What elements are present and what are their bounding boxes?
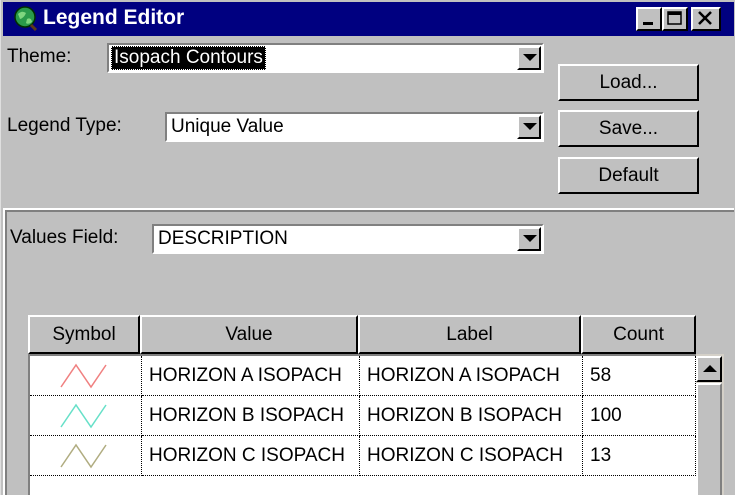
legend-table: HORIZON A ISOPACH HORIZON A ISOPACH 58 H… [28,354,696,495]
minimize-icon [643,22,653,25]
column-header-symbol[interactable]: Symbol [28,315,140,354]
table-row[interactable]: HORIZON B ISOPACH HORIZON B ISOPACH 100 [30,396,696,436]
value-cell[interactable]: HORIZON B ISOPACH [142,396,360,436]
count-cell: 100 [583,396,696,436]
symbol-cell[interactable] [30,396,142,436]
line-symbol-icon [60,443,107,469]
title-bar[interactable]: Legend Editor [3,2,734,36]
save-button[interactable]: Save... [558,110,699,147]
vertical-scrollbar[interactable] [696,354,724,495]
default-button[interactable]: Default [558,157,699,194]
line-symbol-icon [60,363,107,389]
legend-type-label: Legend Type: [7,115,122,136]
line-symbol-icon [60,403,107,429]
column-header-count[interactable]: Count [581,315,696,354]
theme-label: Theme: [7,46,72,67]
legend-type-dropdown-button[interactable] [517,115,541,139]
symbol-cell[interactable] [30,436,142,476]
values-field-dropdown-button[interactable] [517,227,541,251]
legend-type-dropdown[interactable]: Unique Value [165,112,544,142]
window-title: Legend Editor [43,6,185,29]
chevron-down-icon [523,123,537,130]
globe-icon [14,6,38,31]
theme-dropdown-button[interactable] [517,46,541,70]
column-header-value[interactable]: Value [140,315,358,354]
chevron-up-icon [703,365,717,372]
scrollbar-thumb[interactable] [696,383,722,495]
label-cell[interactable]: HORIZON A ISOPACH [360,356,583,396]
label-cell[interactable]: HORIZON B ISOPACH [360,396,583,436]
maximize-button[interactable] [662,7,688,31]
value-cell[interactable]: HORIZON C ISOPACH [142,436,360,476]
scroll-up-button[interactable] [696,356,722,382]
chevron-down-icon [523,54,537,61]
column-header-label[interactable]: Label [358,315,581,354]
legend-editor-window: Legend Editor Theme: Isopach Contours Le… [0,0,735,495]
values-field-dropdown[interactable]: DESCRIPTION [152,224,544,254]
table-row[interactable]: HORIZON A ISOPACH HORIZON A ISOPACH 58 [30,356,696,396]
chevron-down-icon [523,235,537,242]
count-cell: 13 [583,436,696,476]
theme-value: Isopach Contours [111,46,266,70]
values-field-label: Values Field: [10,227,119,248]
minimize-button[interactable] [636,7,662,31]
table-row[interactable]: HORIZON C ISOPACH HORIZON C ISOPACH 13 [30,436,696,476]
maximize-icon [667,11,682,25]
theme-dropdown[interactable]: Isopach Contours [107,43,544,73]
legend-type-value: Unique Value [171,116,284,137]
symbol-cell[interactable] [30,356,142,396]
load-button[interactable]: Load... [558,64,699,101]
close-button[interactable] [691,7,721,31]
count-cell: 58 [583,356,696,396]
value-cell[interactable]: HORIZON A ISOPACH [142,356,360,396]
label-cell[interactable]: HORIZON C ISOPACH [360,436,583,476]
close-icon [698,11,712,25]
values-field-value: DESCRIPTION [158,228,288,249]
